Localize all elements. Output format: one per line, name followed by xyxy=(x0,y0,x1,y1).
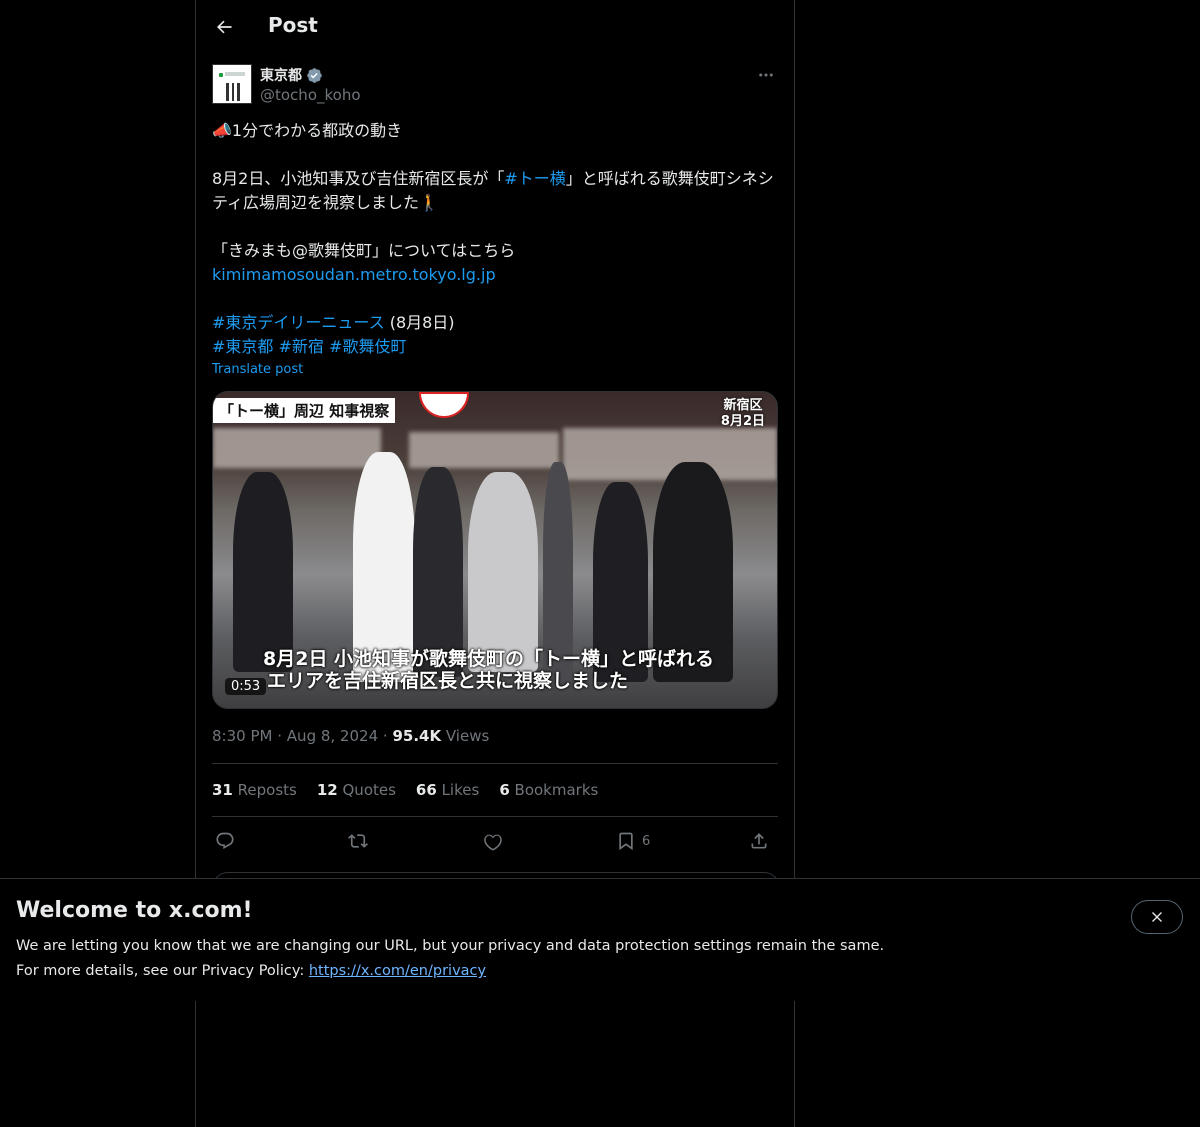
translate-post-link[interactable]: Translate post xyxy=(212,362,303,377)
close-banner-button[interactable] xyxy=(1131,900,1183,934)
like-icon xyxy=(484,834,502,851)
sign-decoration xyxy=(419,392,469,418)
bookmark-button[interactable]: 6 xyxy=(616,827,650,855)
more-button[interactable] xyxy=(754,64,778,86)
back-arrow-icon xyxy=(217,20,232,34)
hashtag-link[interactable]: #トー横 xyxy=(504,169,565,188)
banner-title: Welcome to x.com! xyxy=(16,898,253,923)
likes-stat[interactable]: 66 Likes xyxy=(416,781,479,799)
hashtag-row: #東京都 #新宿 #歌舞伎町 xyxy=(212,335,778,359)
action-bar: 6 xyxy=(212,827,778,855)
post-header: Post xyxy=(196,0,794,54)
reposts-stat[interactable]: 31 Reposts xyxy=(212,781,297,799)
post-line: 8月2日、小池知事及び吉住新宿区長が「#トー横」と呼ばれる歌舞伎町シネシティ広場… xyxy=(212,169,774,212)
video-title-tag: 「トー横」周辺 知事視察 xyxy=(213,398,396,423)
quotes-stat[interactable]: 12 Quotes xyxy=(317,781,396,799)
verified-badge-icon xyxy=(307,67,322,83)
post-time[interactable]: 8:30 PM xyxy=(212,727,272,745)
video-player[interactable]: 「トー横」周辺 知事視察 新宿区 8月2日 8月2日 小池知事が歌舞伎町の「トー… xyxy=(212,391,778,709)
video-duration: 0:53 xyxy=(225,678,267,695)
repost-icon xyxy=(348,834,368,848)
hashtag-link[interactable]: #東京都 xyxy=(212,337,273,356)
video-caption: 8月2日 小池知事が歌舞伎町の「トー横」と呼ばれる エリアを吉住新宿区長と共に視… xyxy=(263,648,715,692)
close-icon xyxy=(1152,912,1162,922)
back-button[interactable] xyxy=(208,11,240,43)
post-line: #東京デイリーニュース (8月8日) xyxy=(212,313,455,332)
post-meta: 8:30 PM · Aug 8, 2024 · 95.4K Views xyxy=(212,727,490,745)
avatar[interactable] xyxy=(212,64,252,104)
bookmark-icon xyxy=(619,832,633,851)
url-change-banner: Welcome to x.com! We are letting you kno… xyxy=(0,878,1200,1001)
share-button[interactable] xyxy=(749,827,769,855)
external-link[interactable]: kimimamosoudan.metro.tokyo.lg.jp xyxy=(212,265,496,284)
author-name-text[interactable]: 東京都 xyxy=(260,65,302,85)
hashtag-link[interactable]: #歌舞伎町 xyxy=(329,337,406,356)
video-location-tag: 新宿区 8月2日 xyxy=(720,398,765,429)
bookmarks-stat[interactable]: 6 Bookmarks xyxy=(499,781,598,799)
author-name[interactable]: 東京都 xyxy=(260,65,323,85)
like-button[interactable] xyxy=(483,827,503,855)
views-count: 95.4K xyxy=(392,727,442,745)
page-title: Post xyxy=(268,13,318,37)
bookmark-count: 6 xyxy=(642,833,651,849)
post-date[interactable]: Aug 8, 2024 xyxy=(287,727,378,745)
privacy-policy-link[interactable]: https://x.com/en/privacy xyxy=(309,963,486,979)
views-label: Views xyxy=(445,727,490,745)
post-line: 「きみまも@歌舞伎町」についてはこちら xyxy=(212,241,516,260)
divider xyxy=(212,816,778,817)
post-stats: 31 Reposts 12 Quotes 66 Likes 6 Bookmark… xyxy=(212,781,598,799)
repost-button[interactable] xyxy=(348,827,368,855)
reply-button[interactable] xyxy=(215,827,235,855)
author-handle[interactable]: @tocho_koho xyxy=(260,86,361,104)
divider xyxy=(212,763,778,764)
post-text: 📣1分でわかる都政の動き 8月2日、小池知事及び吉住新宿区長が「#トー横」と呼ば… xyxy=(212,119,778,359)
more-icon xyxy=(759,73,773,77)
share-icon xyxy=(751,833,767,849)
reply-icon xyxy=(216,832,234,850)
hashtag-link[interactable]: #新宿 xyxy=(279,337,324,356)
banner-text: We are letting you know that we are chan… xyxy=(16,938,885,979)
post-line: 📣1分でわかる都政の動き xyxy=(212,121,403,140)
author-row: 東京都 @tocho_koho xyxy=(212,64,778,108)
hashtag-link[interactable]: #東京デイリーニュース xyxy=(212,313,385,332)
